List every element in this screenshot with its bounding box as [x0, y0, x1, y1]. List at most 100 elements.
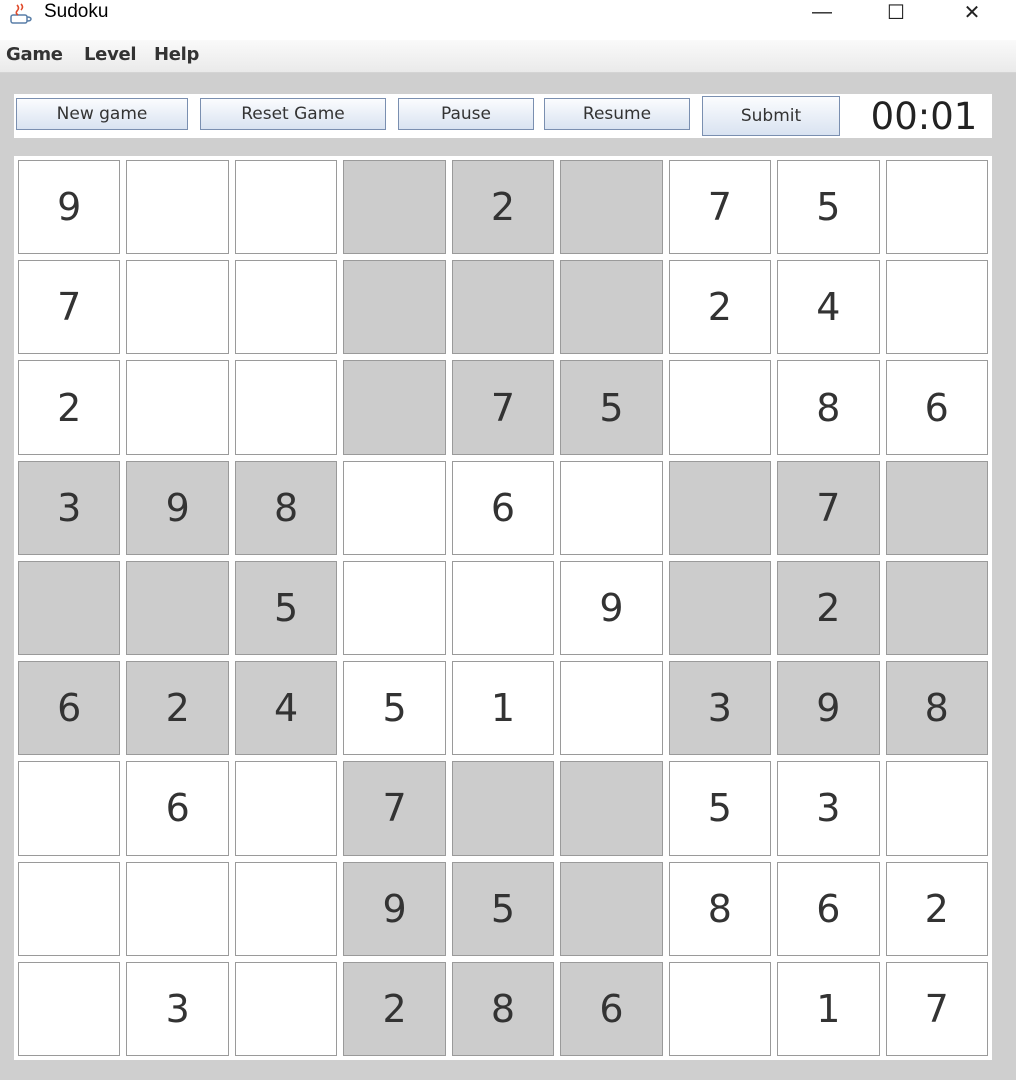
sudoku-cell-r3-c7[interactable] [668, 360, 772, 455]
sudoku-cell-r8-c7[interactable]: 8 [668, 861, 772, 956]
sudoku-cell-r8-c2[interactable] [126, 861, 229, 956]
sudoku-cell-r1-c5[interactable]: 2 [451, 160, 555, 255]
sudoku-cell-r5-c5[interactable] [451, 560, 555, 656]
sudoku-cell-r6-c7[interactable]: 3 [668, 661, 772, 756]
sudoku-cell-r4-c5[interactable]: 6 [451, 460, 555, 555]
resume-button[interactable]: Resume [544, 98, 690, 130]
sudoku-cell-r3-c2[interactable] [126, 360, 229, 455]
reset-game-button[interactable]: Reset Game [200, 98, 386, 130]
menu-level[interactable]: Level [82, 43, 138, 67]
sudoku-cell-r8-c5[interactable]: 5 [451, 861, 555, 956]
sudoku-cell-r9-c7[interactable] [668, 961, 772, 1056]
sudoku-cell-r1-c1[interactable]: 9 [18, 160, 121, 255]
sudoku-cell-r3-c4[interactable] [343, 360, 446, 455]
sudoku-cell-r6-c8[interactable]: 9 [777, 661, 880, 756]
close-icon: ✕ [963, 1, 981, 24]
java-app-icon [10, 3, 32, 24]
sudoku-cell-r3-c9[interactable]: 6 [885, 360, 988, 455]
sudoku-cell-r3-c8[interactable]: 8 [777, 360, 880, 455]
sudoku-cell-r5-c3[interactable]: 5 [234, 560, 338, 656]
sudoku-cell-r2-c1[interactable]: 7 [18, 260, 121, 355]
sudoku-cell-r5-c1[interactable] [18, 560, 121, 656]
sudoku-cell-r7-c9[interactable] [885, 761, 988, 856]
sudoku-cell-r2-c9[interactable] [885, 260, 988, 355]
pause-button[interactable]: Pause [398, 98, 534, 130]
sudoku-cell-r4-c9[interactable] [885, 460, 988, 555]
sudoku-cell-r3-c1[interactable]: 2 [18, 360, 121, 455]
sudoku-cell-r8-c8[interactable]: 6 [777, 861, 880, 956]
sudoku-cell-r4-c3[interactable]: 8 [234, 460, 338, 555]
sudoku-cell-r8-c1[interactable] [18, 861, 121, 956]
submit-button[interactable]: Submit [702, 96, 840, 136]
sudoku-cell-r1-c4[interactable] [343, 160, 446, 255]
close-button[interactable]: ✕ [934, 0, 1010, 24]
sudoku-cell-r5-c4[interactable] [343, 560, 446, 656]
sudoku-cell-r7-c6[interactable] [560, 761, 663, 856]
sudoku-cell-r2-c3[interactable] [234, 260, 338, 355]
sudoku-cell-r5-c6[interactable]: 9 [560, 560, 663, 656]
sudoku-cell-r5-c2[interactable] [126, 560, 229, 656]
sudoku-cell-r2-c7[interactable]: 2 [668, 260, 772, 355]
sudoku-cell-r5-c8[interactable]: 2 [777, 560, 880, 656]
sudoku-cell-r5-c9[interactable] [885, 560, 988, 656]
sudoku-cell-r6-c5[interactable]: 1 [451, 661, 555, 756]
title-bar: Sudoku — ☐ ✕ [0, 0, 1016, 40]
window-title: Sudoku [44, 1, 109, 22]
sudoku-cell-r9-c1[interactable] [18, 961, 121, 1056]
sudoku-cell-r7-c8[interactable]: 3 [777, 761, 880, 856]
sudoku-cell-r6-c1[interactable]: 6 [18, 661, 121, 756]
sudoku-cell-r7-c1[interactable] [18, 761, 121, 856]
sudoku-cell-r6-c6[interactable] [560, 661, 663, 756]
sudoku-cell-r2-c5[interactable] [451, 260, 555, 355]
sudoku-cell-r1-c6[interactable] [560, 160, 663, 255]
sudoku-cell-r6-c2[interactable]: 2 [126, 661, 229, 756]
maximize-button[interactable]: ☐ [858, 0, 934, 24]
sudoku-cell-r6-c4[interactable]: 5 [343, 661, 446, 756]
toolbar: New game Reset Game Pause Resume Submit … [14, 94, 992, 138]
sudoku-cell-r4-c7[interactable] [668, 460, 772, 555]
sudoku-cell-r1-c3[interactable] [234, 160, 338, 255]
menu-bar: Game Level Help [0, 40, 1016, 73]
sudoku-cell-r4-c6[interactable] [560, 460, 663, 555]
sudoku-cell-r2-c6[interactable] [560, 260, 663, 355]
sudoku-cell-r1-c7[interactable]: 7 [668, 160, 772, 255]
sudoku-cell-r7-c4[interactable]: 7 [343, 761, 446, 856]
sudoku-cell-r9-c2[interactable]: 3 [126, 961, 229, 1056]
sudoku-cell-r3-c3[interactable] [234, 360, 338, 455]
new-game-button[interactable]: New game [16, 98, 188, 130]
sudoku-cell-r2-c8[interactable]: 4 [777, 260, 880, 355]
minimize-button[interactable]: — [784, 0, 860, 24]
sudoku-cell-r2-c4[interactable] [343, 260, 446, 355]
sudoku-cell-r7-c7[interactable]: 5 [668, 761, 772, 856]
sudoku-cell-r8-c4[interactable]: 9 [343, 861, 446, 956]
menu-help[interactable]: Help [152, 43, 201, 67]
sudoku-cell-r7-c2[interactable]: 6 [126, 761, 229, 856]
sudoku-cell-r9-c5[interactable]: 8 [451, 961, 555, 1056]
menu-game[interactable]: Game [4, 43, 65, 67]
sudoku-cell-r7-c5[interactable] [451, 761, 555, 856]
maximize-icon: ☐ [887, 1, 905, 24]
sudoku-cell-r8-c3[interactable] [234, 861, 338, 956]
sudoku-cell-r4-c8[interactable]: 7 [777, 460, 880, 555]
sudoku-cell-r9-c4[interactable]: 2 [343, 961, 446, 1056]
sudoku-cell-r1-c9[interactable] [885, 160, 988, 255]
sudoku-cell-r2-c2[interactable] [126, 260, 229, 355]
sudoku-cell-r6-c3[interactable]: 4 [234, 661, 338, 756]
sudoku-cell-r9-c3[interactable] [234, 961, 338, 1056]
sudoku-cell-r6-c9[interactable]: 8 [885, 661, 988, 756]
sudoku-cell-r3-c5[interactable]: 7 [451, 360, 555, 455]
sudoku-cell-r3-c6[interactable]: 5 [560, 360, 663, 455]
sudoku-cell-r4-c4[interactable] [343, 460, 446, 555]
sudoku-cell-r9-c8[interactable]: 1 [777, 961, 880, 1056]
sudoku-cell-r5-c7[interactable] [668, 560, 772, 656]
sudoku-board: 9275724275863986759262451398675395862328… [18, 160, 988, 1056]
sudoku-cell-r7-c3[interactable] [234, 761, 338, 856]
sudoku-cell-r4-c2[interactable]: 9 [126, 460, 229, 555]
sudoku-cell-r8-c6[interactable] [560, 861, 663, 956]
sudoku-cell-r1-c8[interactable]: 5 [777, 160, 880, 255]
sudoku-cell-r4-c1[interactable]: 3 [18, 460, 121, 555]
sudoku-cell-r9-c6[interactable]: 6 [560, 961, 663, 1056]
sudoku-cell-r8-c9[interactable]: 2 [885, 861, 988, 956]
sudoku-cell-r9-c9[interactable]: 7 [885, 961, 988, 1056]
sudoku-cell-r1-c2[interactable] [126, 160, 229, 255]
